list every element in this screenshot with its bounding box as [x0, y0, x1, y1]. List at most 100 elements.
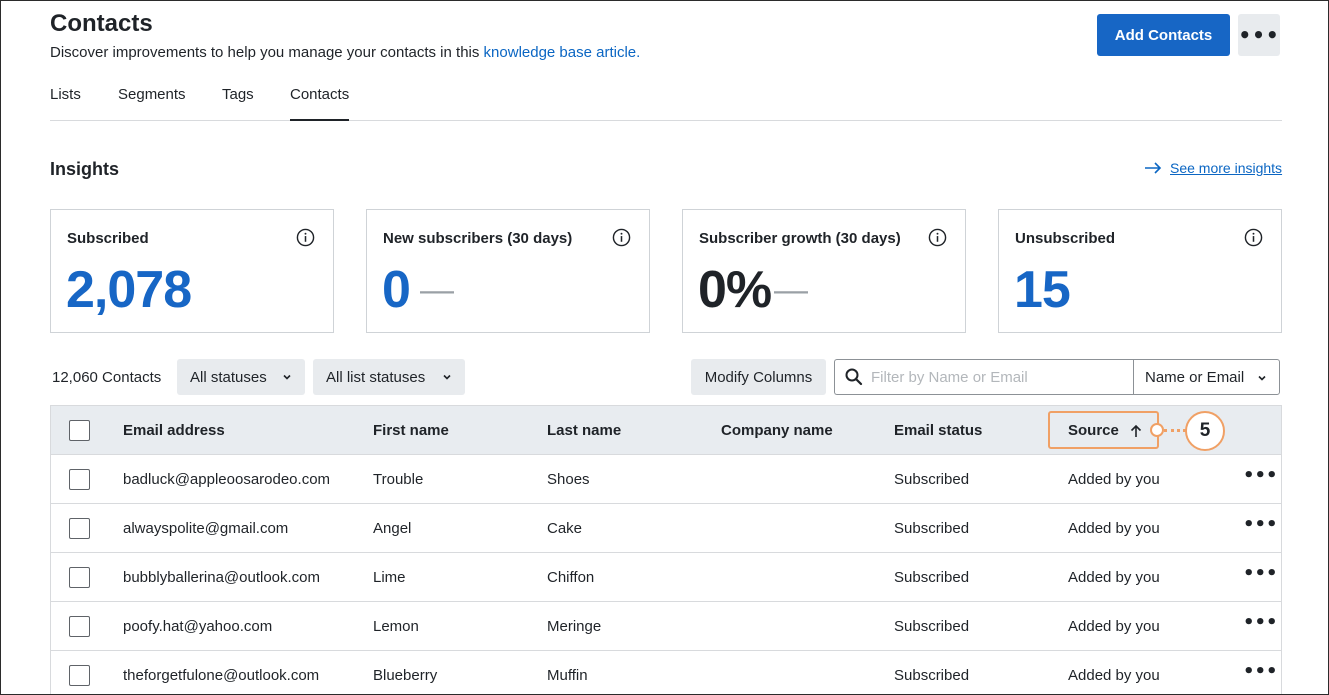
column-email-address[interactable]: Email address [123, 422, 225, 439]
card-label: Unsubscribed [1015, 230, 1116, 247]
cell-first-name: Lemon [373, 618, 419, 635]
page-title: Contacts [50, 10, 153, 37]
tab-segments[interactable]: Segments [118, 86, 186, 120]
more-options-button[interactable]: ••• [1238, 14, 1280, 56]
search-icon [845, 368, 863, 386]
row-checkbox[interactable] [69, 518, 90, 539]
table-row[interactable]: theforgetfulone@outlook.com Blueberry Mu… [51, 651, 1281, 694]
row-actions-button[interactable]: ••• [1243, 465, 1278, 491]
cell-email-status: Subscribed [894, 618, 970, 635]
row-checkbox[interactable] [69, 616, 90, 637]
cell-email-status: Subscribed [894, 471, 970, 488]
table-row[interactable]: poofy.hat@yahoo.com Lemon Meringe Subscr… [51, 602, 1281, 651]
card-trend-dash: — [774, 271, 808, 309]
status-dropdown-label: All statuses [190, 368, 267, 386]
cell-last-name: Chiffon [547, 569, 595, 586]
cell-email: badluck@appleoosarodeo.com [123, 471, 331, 488]
column-last-name[interactable]: Last name [547, 422, 621, 439]
card-value: 0% [698, 261, 772, 319]
row-checkbox[interactable] [69, 665, 90, 686]
see-more-insights-link[interactable]: See more insights [1144, 160, 1282, 176]
column-source-label: Source [1068, 422, 1119, 439]
tab-lists[interactable]: Lists [50, 86, 81, 120]
info-icon[interactable] [1244, 228, 1263, 247]
card-value: 15 [1014, 261, 1071, 319]
cell-email-status: Subscribed [894, 520, 970, 537]
chevron-down-icon [283, 374, 291, 380]
cell-source: Added by you [1068, 569, 1160, 586]
card-value: 0 [382, 261, 411, 319]
row-actions-button[interactable]: ••• [1243, 612, 1278, 638]
cell-last-name: Shoes [547, 471, 590, 488]
row-checkbox[interactable] [69, 469, 90, 490]
column-first-name[interactable]: First name [373, 422, 449, 439]
insights-title: Insights [50, 159, 120, 179]
cell-source: Added by you [1068, 667, 1160, 684]
select-all-checkbox[interactable] [69, 420, 90, 441]
cell-last-name: Cake [547, 520, 583, 537]
row-actions-button[interactable]: ••• [1243, 514, 1278, 540]
search-type-label: Name or Email [1145, 368, 1245, 386]
card-label: Subscriber growth (30 days) [699, 230, 901, 247]
chevron-down-icon [1258, 375, 1266, 381]
cell-source: Added by you [1068, 471, 1160, 488]
callout-step-badge: 5 [1185, 411, 1225, 451]
column-email-status[interactable]: Email status [894, 422, 982, 439]
cell-email-status: Subscribed [894, 569, 970, 586]
arrow-right-icon [1145, 162, 1162, 174]
add-contacts-button[interactable]: Add Contacts [1097, 14, 1230, 56]
status-dropdown[interactable]: All statuses [177, 359, 305, 395]
cell-source: Added by you [1068, 618, 1160, 635]
info-icon[interactable] [296, 228, 315, 247]
search-box [834, 359, 1134, 395]
row-checkbox[interactable] [69, 567, 90, 588]
table-header: Email address First name Last name Compa… [51, 406, 1281, 455]
table-row[interactable]: badluck@appleoosarodeo.com Trouble Shoes… [51, 455, 1281, 504]
column-company-name[interactable]: Company name [721, 422, 833, 439]
contacts-table: Email address First name Last name Compa… [50, 405, 1282, 694]
callout-dot [1150, 423, 1164, 437]
card-value: 2,078 [66, 261, 192, 319]
callout-connector [1164, 429, 1186, 432]
cell-first-name: Trouble [373, 471, 424, 488]
subtitle-text: Discover improvements to help you manage… [50, 44, 484, 61]
insight-card-new-subscribers: New subscribers (30 days) 0 — [366, 209, 650, 333]
sort-ascending-icon [1130, 424, 1142, 437]
cell-email: alwayspolite@gmail.com [123, 520, 289, 537]
cell-email-status: Subscribed [894, 667, 970, 684]
modify-columns-button[interactable]: Modify Columns [691, 359, 826, 395]
list-status-dropdown-label: All list statuses [326, 368, 426, 386]
cell-email: theforgetfulone@outlook.com [123, 667, 320, 684]
tab-tags[interactable]: Tags [222, 86, 254, 120]
insight-card-unsubscribed: Unsubscribed 15 [998, 209, 1282, 333]
cell-first-name: Blueberry [373, 667, 438, 684]
column-source[interactable]: Source [1048, 411, 1159, 449]
insight-card-subscriber-growth: Subscriber growth (30 days) 0% — [682, 209, 966, 333]
knowledge-base-link[interactable]: knowledge base article. [484, 44, 641, 61]
search-input[interactable] [871, 366, 1126, 388]
search-type-dropdown[interactable]: Name or Email [1133, 359, 1280, 395]
contacts-tabs: Lists Segments Tags Contacts [50, 86, 1282, 121]
page-subtitle: Discover improvements to help you manage… [50, 44, 640, 61]
chevron-down-icon [443, 374, 451, 380]
card-label: New subscribers (30 days) [383, 230, 573, 247]
cell-email: poofy.hat@yahoo.com [123, 618, 273, 635]
table-row[interactable]: alwayspolite@gmail.com Angel Cake Subscr… [51, 504, 1281, 553]
insight-card-subscribed: Subscribed 2,078 [50, 209, 334, 333]
row-actions-button[interactable]: ••• [1243, 661, 1278, 687]
see-more-label: See more insights [1170, 160, 1283, 176]
cell-first-name: Lime [373, 569, 406, 586]
list-status-dropdown[interactable]: All list statuses [313, 359, 465, 395]
cell-first-name: Angel [373, 520, 412, 537]
card-trend-dash: — [420, 271, 454, 309]
cell-last-name: Muffin [547, 667, 588, 684]
cell-last-name: Meringe [547, 618, 602, 635]
cell-source: Added by you [1068, 520, 1160, 537]
info-icon[interactable] [928, 228, 947, 247]
contacts-page: Contacts Discover improvements to help y… [0, 0, 1329, 695]
table-row[interactable]: bubblyballerina@outlook.com Lime Chiffon… [51, 553, 1281, 602]
row-actions-button[interactable]: ••• [1243, 563, 1278, 589]
card-label: Subscribed [67, 230, 149, 247]
tab-contacts[interactable]: Contacts [290, 86, 350, 121]
info-icon[interactable] [612, 228, 631, 247]
